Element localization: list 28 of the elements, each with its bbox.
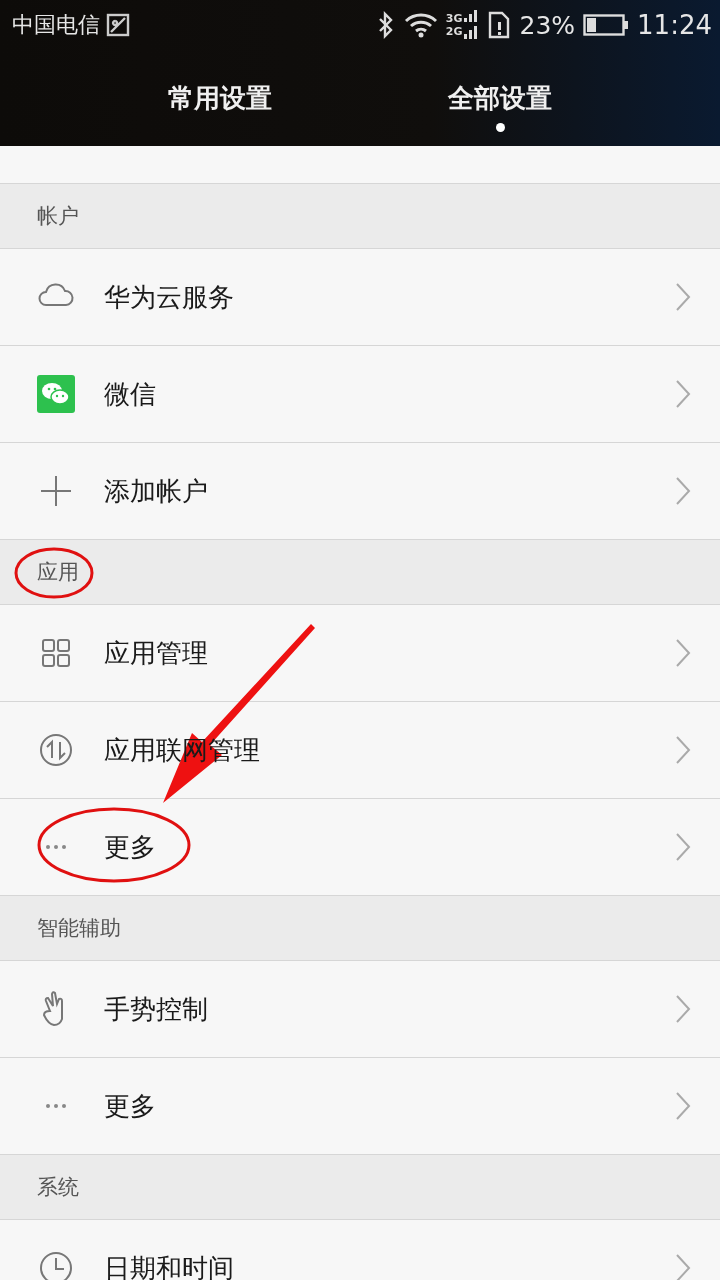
image-icon: [106, 13, 130, 37]
chevron-icon: [674, 282, 692, 312]
chevron-icon: [674, 735, 692, 765]
more-dots-icon: [44, 1103, 68, 1109]
section-title: 智能辅助: [37, 915, 121, 942]
chevron-icon: [674, 638, 692, 668]
chat-bubbles-icon: [36, 374, 76, 414]
network-type: 3G: [445, 12, 463, 25]
settings-tab[interactable]: 常用设置: [158, 50, 282, 146]
battery-percentage: 23%: [519, 10, 576, 40]
chevron-icon: [674, 1091, 692, 1121]
wifi-icon: [403, 12, 438, 38]
carrier-name: 中国电信: [12, 11, 100, 39]
section-title: 系统: [37, 1174, 79, 1201]
chevron-icon: [674, 379, 692, 409]
signal-icon: [463, 9, 480, 41]
settings-tab[interactable]: 全部设置: [438, 50, 562, 146]
sim-card-icon: [487, 11, 512, 39]
section-title: 帐户: [37, 203, 79, 230]
clock-time: 11:24: [637, 10, 712, 40]
chevron-icon: [674, 994, 692, 1024]
section-title: 应用: [37, 559, 79, 586]
chevron-icon: [674, 476, 692, 506]
chevron-icon: [674, 1253, 692, 1280]
chevron-icon: [674, 832, 692, 862]
network-type: 2G: [445, 25, 463, 38]
battery-icon: [583, 13, 630, 37]
more-dots-icon: [44, 844, 68, 850]
